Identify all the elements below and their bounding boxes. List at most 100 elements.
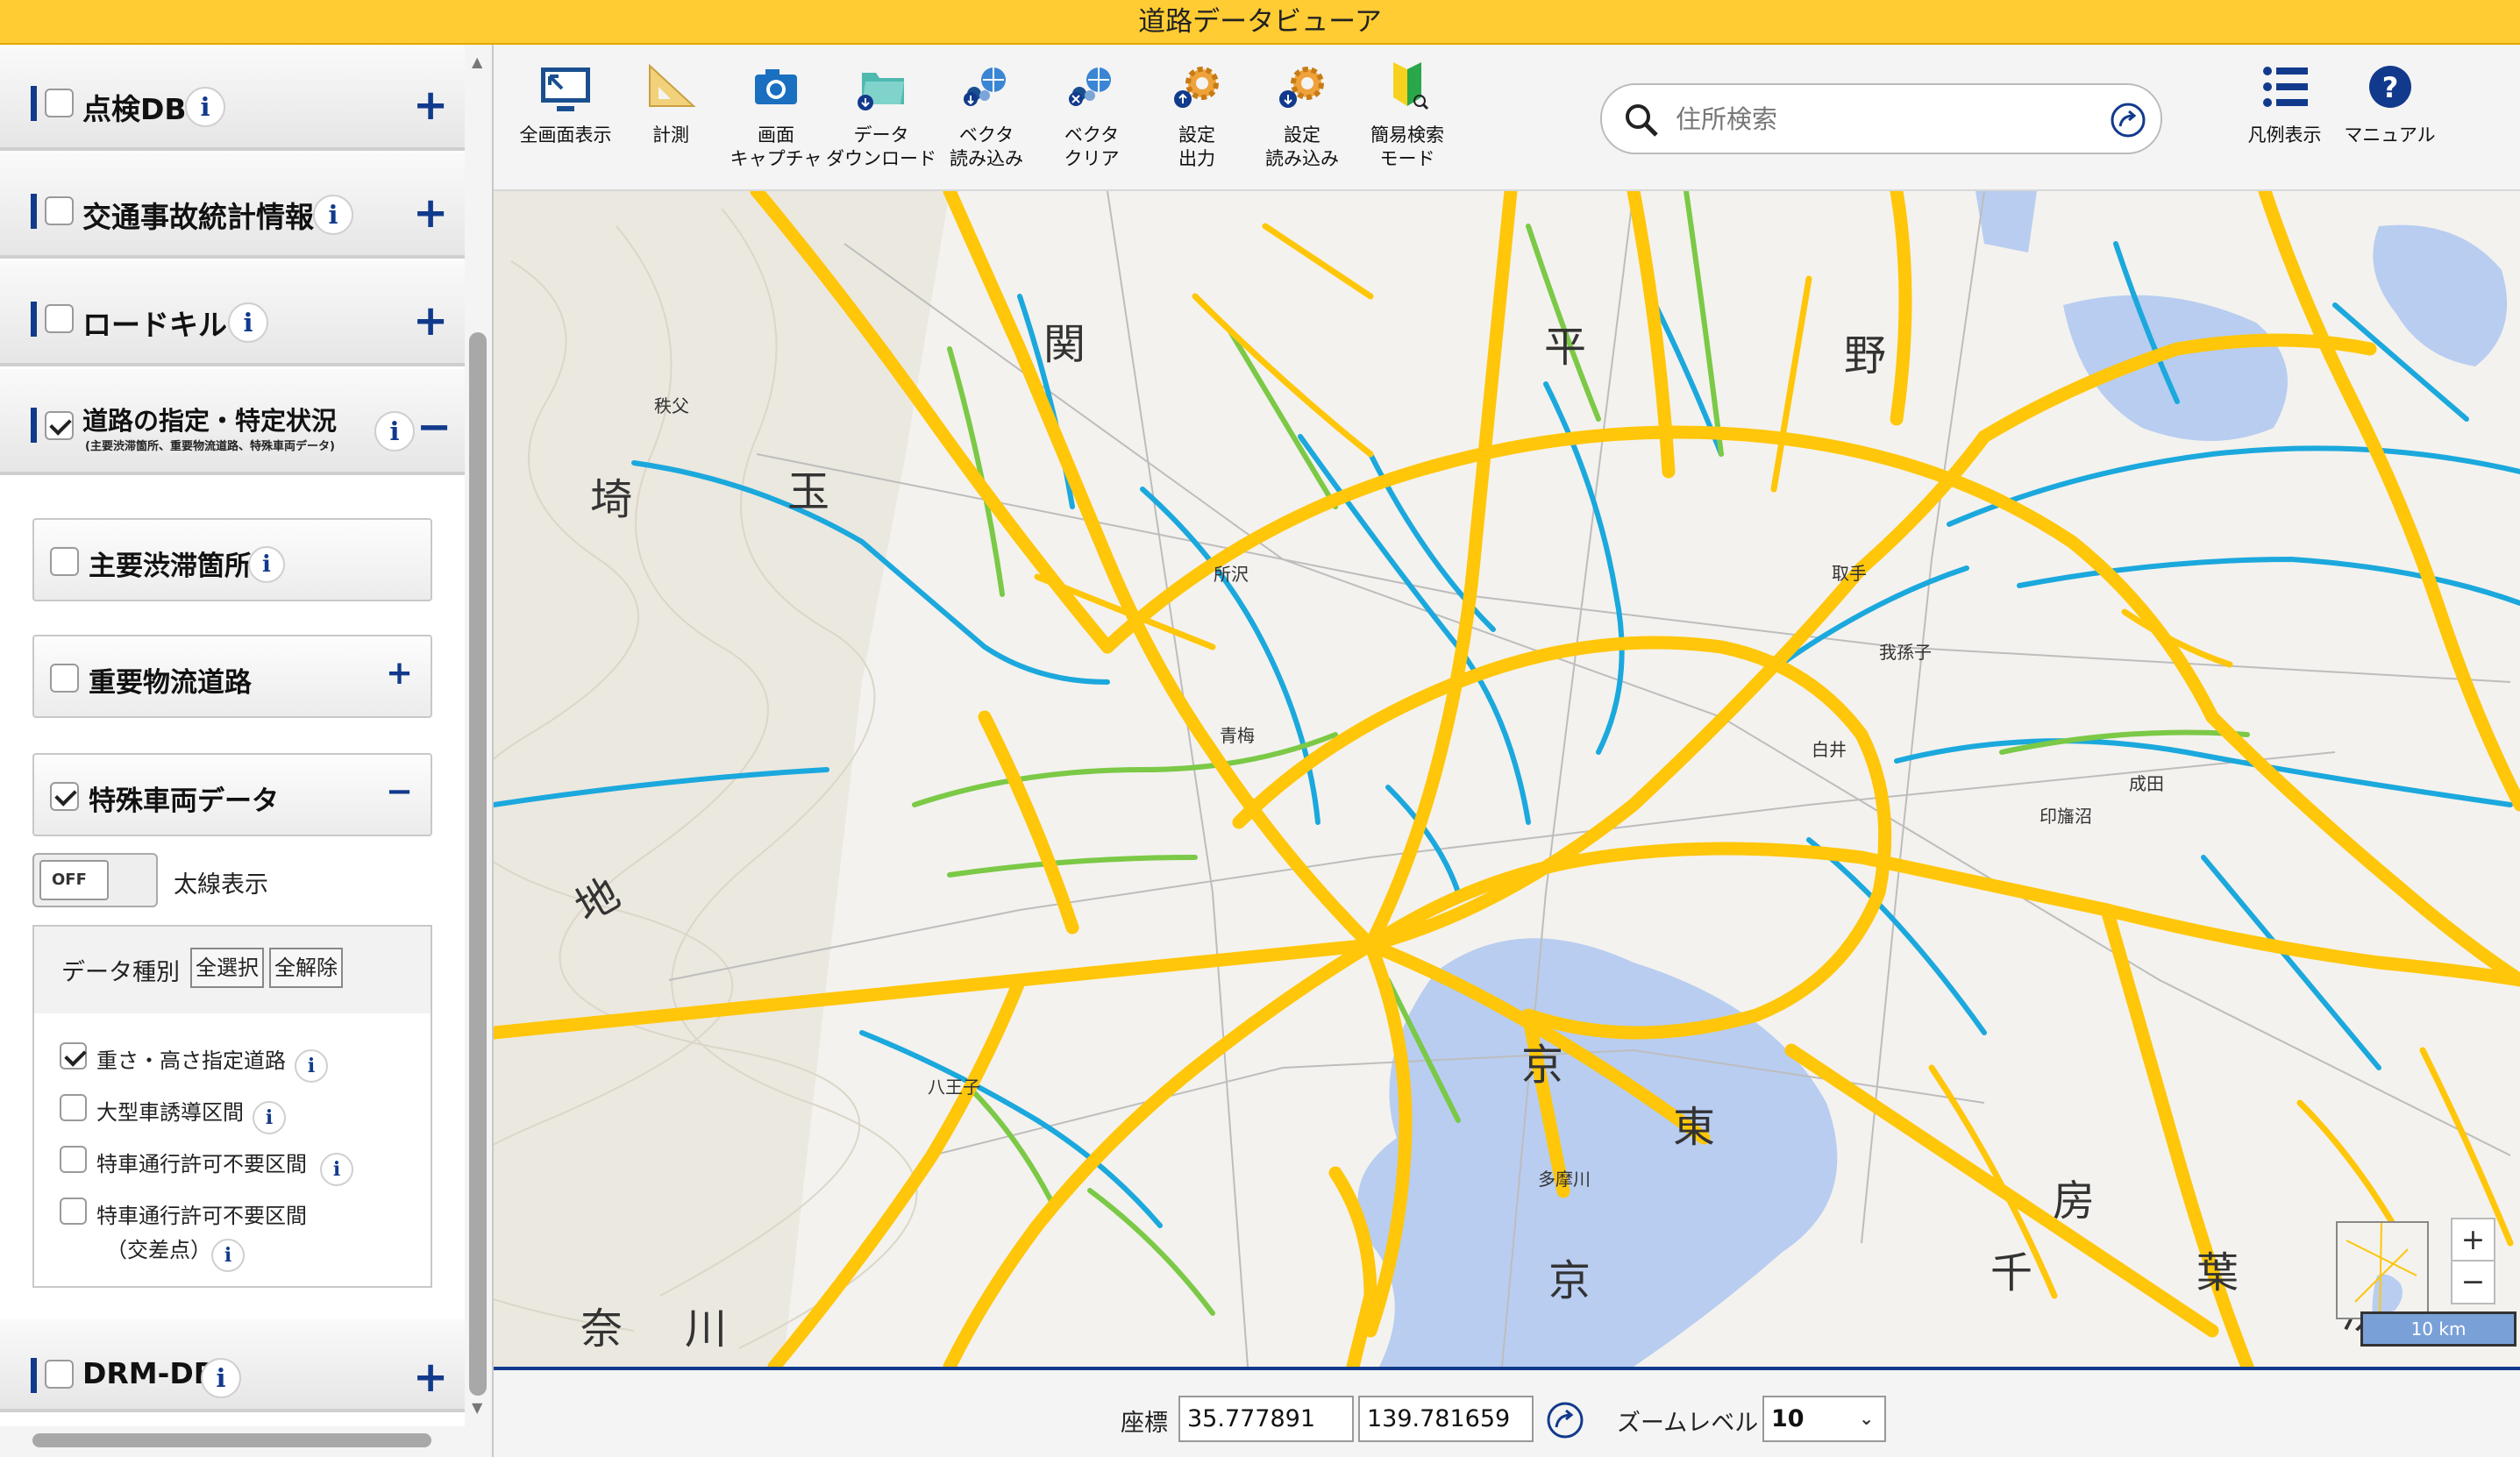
- scroll-down-arrow-icon[interactable]: ▼: [472, 1399, 482, 1416]
- zoom-in-button[interactable]: +: [2451, 1218, 2495, 1262]
- lake: [1975, 191, 2037, 252]
- tool-simple-search-mode[interactable]: 簡易検索 モード: [1351, 60, 1463, 171]
- layer-roadkill[interactable]: ロードキル i +: [0, 260, 465, 366]
- zoom-level-select[interactable]: 10 ⌄: [1762, 1396, 1886, 1442]
- tool-label: マニュアル: [2344, 124, 2436, 146]
- switch-state: OFF: [39, 860, 109, 900]
- map-place-label: 印旛沼: [2039, 806, 2092, 827]
- map-region-label: 房: [2053, 1176, 2096, 1226]
- map-view[interactable]: 関 平 野 埼 玉 地 東 京 京 千 葉 房 奈 川 浜 秩父 青梅 所沢 成…: [494, 191, 2520, 1367]
- data-type-label: 特車通行許可不要区間: [96, 1204, 307, 1228]
- tool-settings-export[interactable]: 設定 出力: [1141, 60, 1253, 171]
- help-icon: ?: [2368, 66, 2411, 108]
- address-search-box[interactable]: [1600, 83, 2162, 154]
- map-region-label: 川: [685, 1304, 728, 1354]
- layer-label: 交通事故統計情報: [82, 200, 314, 234]
- info-icon[interactable]: i: [201, 1358, 241, 1398]
- info-icon[interactable]: i: [185, 87, 225, 127]
- longitude-field[interactable]: 139.781659: [1358, 1396, 1534, 1442]
- tool-legend[interactable]: 凡例表示: [2231, 60, 2338, 147]
- chevron-down-icon: ⌄: [1859, 1408, 1874, 1429]
- layer-drm-db[interactable]: DRM-DB i +: [0, 1319, 465, 1412]
- info-icon[interactable]: i: [320, 1153, 353, 1186]
- tool-vector-load[interactable]: ベクタ 読み込み: [930, 60, 1043, 171]
- zoom-out-button[interactable]: −: [2451, 1260, 2495, 1304]
- data-type-checkbox[interactable]: [60, 1198, 87, 1225]
- info-icon[interactable]: i: [248, 546, 285, 583]
- search-go-icon[interactable]: [2110, 102, 2146, 139]
- collapse-minus-icon[interactable]: −: [386, 772, 413, 810]
- sublayer-congestion-checkbox[interactable]: [50, 547, 79, 576]
- collapse-minus-icon[interactable]: −: [416, 406, 452, 448]
- tool-fullscreen[interactable]: 全画面表示: [509, 60, 622, 147]
- tool-label: 計測: [652, 124, 689, 146]
- data-type-title: データ種別: [61, 959, 180, 986]
- scrollbar-thumb[interactable]: [32, 1433, 431, 1447]
- tool-label: データ ダウンロード: [826, 124, 936, 169]
- map-place-label: 我孫子: [1879, 642, 1932, 663]
- scrollbar-thumb[interactable]: [469, 332, 487, 1396]
- info-icon[interactable]: i: [228, 302, 268, 343]
- sublayer-logistics-checkbox[interactable]: [50, 664, 79, 693]
- layer-road-designation[interactable]: 道路の指定・特定状況 (主要渋滞箇所、重要物流道路、特殊車両データ) i −: [0, 369, 465, 475]
- sublayer-congestion[interactable]: 主要渋滞箇所 i: [32, 518, 432, 601]
- coordinate-label: 座標: [1121, 1410, 1168, 1437]
- info-icon[interactable]: i: [211, 1239, 245, 1272]
- layer-inspection-db-checkbox[interactable]: [45, 89, 74, 117]
- layer-accident-stats[interactable]: 交通事故統計情報 i +: [0, 153, 465, 259]
- minimap-canvas: [2338, 1222, 2427, 1318]
- layer-accent-bar: [31, 302, 37, 337]
- tool-measure[interactable]: 計測: [615, 60, 727, 147]
- vector-load-icon: [964, 68, 1006, 106]
- info-icon[interactable]: i: [253, 1101, 286, 1134]
- sublayer-special-vehicle-checkbox[interactable]: [50, 782, 79, 811]
- layer-inspection-db[interactable]: 点検DB i +: [0, 45, 465, 151]
- sublayer-logistics-road[interactable]: 重要物流道路 +: [32, 635, 432, 718]
- data-type-label: 大型車誘導区間: [96, 1100, 244, 1125]
- layer-road-designation-checkbox[interactable]: [45, 411, 74, 440]
- tool-label: 画面 キャプチャ: [730, 124, 822, 169]
- data-type-panel: データ種別 全選択 全解除 重さ・高さ指定道路 i 大型車誘導区間 i 特車通行…: [32, 925, 432, 1288]
- map-region-label: 埼: [590, 475, 633, 524]
- info-icon[interactable]: i: [295, 1049, 328, 1083]
- tool-manual[interactable]: ? マニュアル: [2336, 60, 2444, 147]
- app-title-bar: 道路データビューア: [0, 0, 2520, 45]
- latitude-field[interactable]: 35.777891: [1178, 1396, 1354, 1442]
- sidebar-vertical-scrollbar[interactable]: ▲ ▼: [465, 45, 492, 1457]
- data-type-checkbox[interactable]: [60, 1094, 87, 1121]
- layer-accident-stats-checkbox[interactable]: [45, 196, 74, 225]
- expand-plus-icon[interactable]: +: [413, 1356, 448, 1398]
- sublayer-label: 主要渋滞箇所: [89, 551, 252, 582]
- tool-screen-capture[interactable]: 画面 キャプチャ: [720, 60, 832, 171]
- layer-label: 点検DB: [82, 92, 187, 126]
- info-icon[interactable]: i: [374, 411, 415, 451]
- tool-settings-import[interactable]: 設定 読み込み: [1246, 60, 1358, 171]
- address-search-input[interactable]: [1676, 98, 2079, 140]
- tool-label: 設定 読み込み: [1265, 124, 1339, 169]
- select-all-button[interactable]: 全選択: [190, 948, 264, 988]
- layer-label: ロードキル: [82, 308, 227, 342]
- sublayer-special-vehicle[interactable]: 特殊車両データ −: [32, 753, 432, 836]
- tool-vector-clear[interactable]: ベクタ クリア: [1036, 60, 1148, 171]
- coordinate-go-icon[interactable]: [1546, 1401, 1584, 1439]
- data-type-checkbox[interactable]: [60, 1042, 87, 1070]
- overview-minimap[interactable]: [2336, 1221, 2429, 1319]
- expand-plus-icon[interactable]: +: [386, 654, 413, 692]
- map-scale-bar: 10 km: [2360, 1311, 2516, 1347]
- data-type-checkbox[interactable]: [60, 1146, 87, 1173]
- clear-all-button[interactable]: 全解除: [269, 948, 343, 988]
- layer-drm-db-checkbox[interactable]: [45, 1360, 74, 1389]
- info-icon[interactable]: i: [313, 195, 353, 235]
- map-canvas[interactable]: [494, 191, 2520, 1367]
- tool-data-download[interactable]: データ ダウンロード: [825, 60, 937, 171]
- expand-plus-icon[interactable]: +: [413, 300, 448, 342]
- map-place-label: 白井: [1812, 739, 1847, 760]
- map-place-label: 青梅: [1220, 725, 1255, 746]
- expand-plus-icon[interactable]: +: [413, 192, 448, 234]
- layer-accent-bar: [31, 408, 37, 443]
- expand-plus-icon[interactable]: +: [413, 84, 448, 126]
- bold-line-switch[interactable]: OFF: [32, 853, 158, 907]
- sidebar-horizontal-scrollbar[interactable]: [0, 1426, 465, 1457]
- layer-roadkill-checkbox[interactable]: [45, 304, 74, 333]
- scroll-up-arrow-icon[interactable]: ▲: [472, 53, 482, 70]
